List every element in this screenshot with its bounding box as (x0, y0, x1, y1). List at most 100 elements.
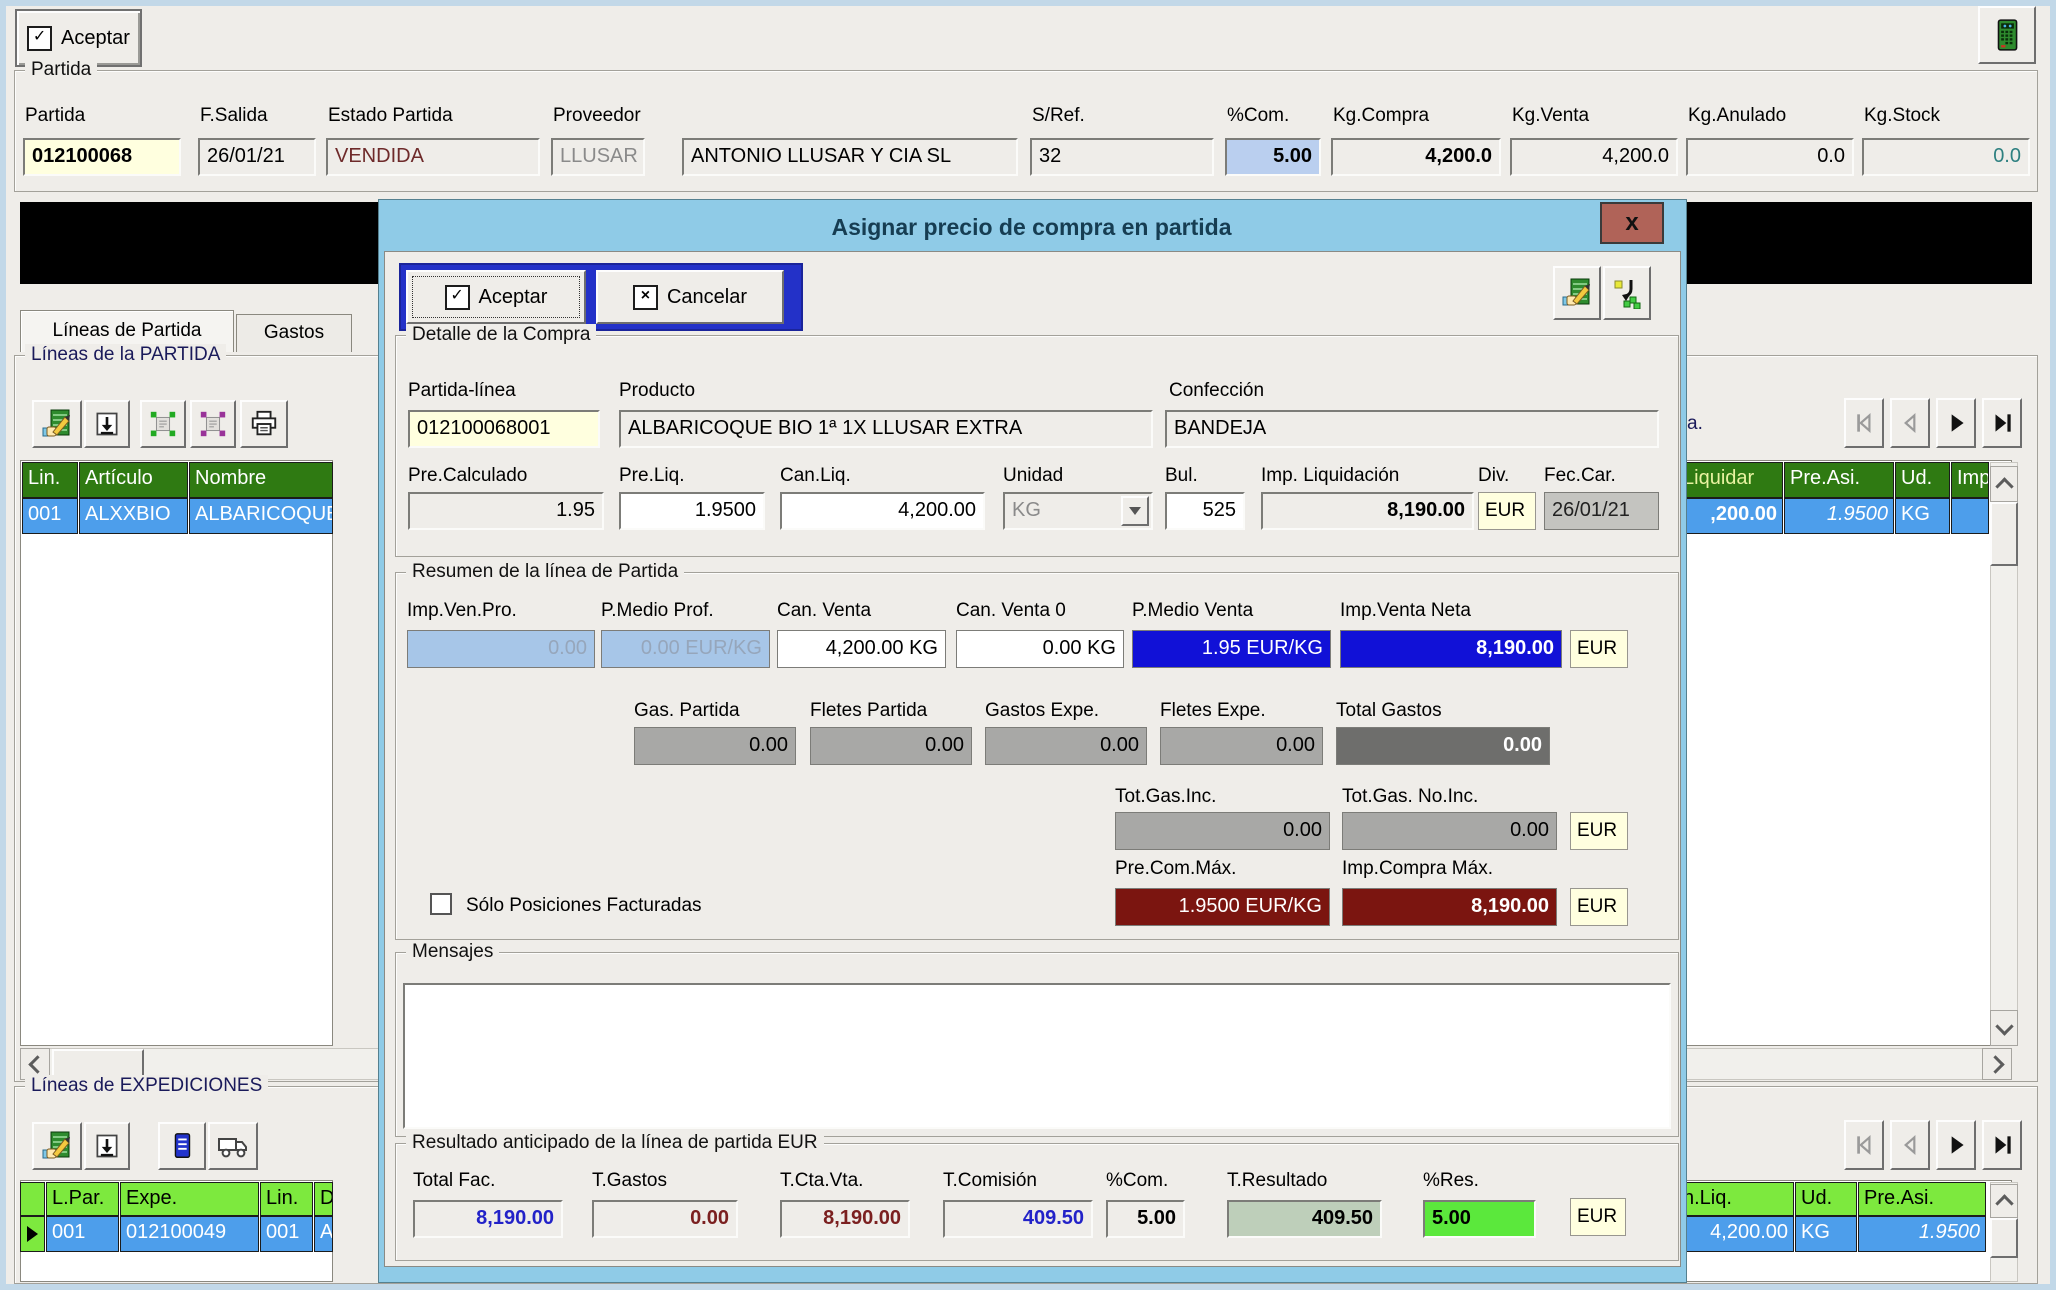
col-header-im[interactable]: Imp. (1951, 462, 1989, 498)
mensajes-group-label: Mensajes (406, 941, 499, 963)
select-zone-green-button[interactable] (140, 400, 186, 448)
pre-calculado-field[interactable]: 1.95 (408, 492, 604, 530)
partida-linea-label: Partida-línea (408, 380, 516, 402)
pct-res-label: %Res. (1423, 1170, 1479, 1192)
can-venta-label: Can. Venta (777, 600, 871, 622)
chevron-up-icon (1995, 1194, 2013, 1212)
dropdown-button[interactable] (1121, 496, 1149, 526)
proveedor-code-field[interactable]: LLUSAR (551, 138, 645, 176)
dialog-close-button[interactable]: x (1600, 202, 1664, 244)
select-zone-purple-button[interactable] (190, 400, 236, 448)
unidad-dropdown[interactable]: KG (1003, 492, 1153, 530)
col-header-lin-exp[interactable]: Lin. (260, 1182, 313, 1216)
selection-frame-purple-icon (198, 409, 228, 439)
row-cell-desc[interactable]: ALBA (314, 1216, 333, 1252)
kgstock-field[interactable]: 0.0 (1862, 138, 2030, 176)
col-header-liquidar[interactable]: Liquidar (1677, 462, 1783, 498)
producto-field[interactable]: ALBARICOQUE BIO 1ª 1X LLUSAR EXTRA (619, 410, 1153, 448)
col-header-lin[interactable]: Lin. (22, 462, 78, 498)
nav-prev-button[interactable] (1890, 398, 1930, 448)
imp-liquidacion-field[interactable]: 8,190.00 (1261, 492, 1474, 530)
dialog-titlebar[interactable]: Asignar precio de compra en partida (384, 205, 1679, 249)
nav-last-button[interactable] (1982, 398, 2022, 448)
row-cell-lin-exp[interactable]: 001 (260, 1216, 313, 1252)
t-gastos-label: T.Gastos (592, 1170, 667, 1192)
proveedor-name-field[interactable]: ANTONIO LLUSAR Y CIA SL (682, 138, 1018, 176)
col-header-nombre[interactable]: Nombre (189, 462, 333, 498)
row-cell-pre-asi-exp[interactable]: 1.9500 (1858, 1216, 1986, 1252)
col-header-pre-asi[interactable]: Pre.Asi. (1784, 462, 1894, 498)
document-blue-button[interactable] (158, 1122, 206, 1170)
row-cell-expe[interactable]: 012100049 (120, 1216, 259, 1252)
nav-first-button[interactable] (1844, 398, 1884, 448)
dialog-edit-button[interactable] (1553, 266, 1601, 320)
kganulado-field[interactable]: 0.0 (1686, 138, 1854, 176)
nav-first-button-exp[interactable] (1844, 1120, 1884, 1170)
download-expediciones-button[interactable] (84, 1122, 130, 1170)
pctcom-field[interactable]: 5.00 (1225, 138, 1321, 176)
edit-lines-button[interactable] (32, 400, 82, 448)
bul-field[interactable]: 525 (1165, 492, 1245, 530)
kgventa-field[interactable]: 4,200.0 (1510, 138, 1678, 176)
row-cell-lin[interactable]: 001 (22, 498, 78, 534)
col-header-ud-exp[interactable]: Ud. (1795, 1182, 1857, 1216)
scroll-down-button[interactable] (1990, 1010, 2018, 1046)
row-cell-liquidar[interactable]: ,200.00 (1677, 498, 1783, 534)
row-cell-im[interactable] (1951, 498, 1989, 534)
fsalida-field[interactable]: 26/01/21 (198, 138, 316, 176)
nav-prev-button-exp[interactable] (1890, 1120, 1930, 1170)
row-cell-ud-exp[interactable]: KG (1795, 1216, 1857, 1252)
print-button[interactable] (240, 400, 288, 448)
col-header-l-par[interactable]: L.Par. (46, 1182, 119, 1216)
col-header-n-liq[interactable]: n.Liq. (1677, 1182, 1794, 1216)
sref-field[interactable]: 32 (1030, 138, 1214, 176)
solo-posiciones-checkbox[interactable] (430, 893, 452, 915)
can-liq-label: Can.Liq. (780, 465, 851, 487)
tab-gastos[interactable]: Gastos (236, 314, 352, 352)
row-cell-n-liq[interactable]: 4,200.00 (1677, 1216, 1794, 1252)
estado-field[interactable]: VENDIDA (326, 138, 540, 176)
estado-label: Estado Partida (328, 105, 453, 127)
nav-last-button-exp[interactable] (1982, 1120, 2022, 1170)
scroll-up-button-exp[interactable] (1990, 1184, 2018, 1218)
dialog-accept-button[interactable]: ✓ Aceptar (406, 270, 586, 324)
row-cell-articulo[interactable]: ALXXBIO (79, 498, 188, 534)
fsalida-label: F.Salida (200, 105, 268, 127)
row-cell-nombre[interactable]: ALBARICOQUE B (189, 498, 333, 534)
vertical-scroll-thumb[interactable] (1990, 502, 2018, 566)
nav-next-icon (1943, 410, 1969, 436)
div-currency-label: EUR (1478, 492, 1536, 530)
download-lines-button[interactable] (84, 400, 130, 448)
col-header-expe[interactable]: Expe. (120, 1182, 259, 1216)
calculator-button[interactable] (1978, 6, 2036, 64)
partida-linea-field[interactable]: 012100068001 (408, 410, 600, 448)
row-cell-pre-asi[interactable]: 1.9500 (1784, 498, 1894, 534)
can-liq-field[interactable]: 4,200.00 (780, 492, 985, 530)
mensajes-textarea[interactable] (403, 983, 1671, 1129)
nav-next-button-exp[interactable] (1936, 1120, 1976, 1170)
partida-number-field[interactable]: 012100068 (23, 138, 181, 176)
scroll-right-button[interactable] (1982, 1048, 2012, 1080)
kgcompra-field[interactable]: 4,200.0 (1331, 138, 1501, 176)
col-header-articulo[interactable]: Artículo (79, 462, 188, 498)
confeccion-field[interactable]: BANDEJA (1165, 410, 1659, 448)
scroll-up-button[interactable] (1990, 466, 2018, 502)
dialog-import-button[interactable] (1603, 266, 1651, 320)
truck-button[interactable] (208, 1122, 258, 1170)
col-header-ud[interactable]: Ud. (1895, 462, 1950, 498)
dialog-cancel-button[interactable]: × Cancelar (596, 270, 784, 324)
vertical-scroll-thumb-exp[interactable] (1990, 1218, 2018, 1258)
pre-calculado-label: Pre.Calculado (408, 465, 527, 487)
unidad-label: Unidad (1003, 465, 1063, 487)
solo-posiciones-label: Sólo Posiciones Facturadas (466, 895, 702, 917)
imp-compra-max-label: Imp.Compra Máx. (1342, 858, 1493, 880)
edit-expediciones-button[interactable] (32, 1122, 82, 1170)
nav-next-button[interactable] (1936, 398, 1976, 448)
pct-com-result-label: %Com. (1106, 1170, 1168, 1192)
t-gastos-field: 0.00 (592, 1200, 738, 1238)
col-header-pre-asi-exp[interactable]: Pre.Asi. (1858, 1182, 1986, 1216)
row-cell-l-par[interactable]: 001 (46, 1216, 119, 1252)
pre-liq-field[interactable]: 1.9500 (619, 492, 765, 530)
col-header-desc[interactable]: Desc (314, 1182, 333, 1216)
row-cell-ud[interactable]: KG (1895, 498, 1950, 534)
